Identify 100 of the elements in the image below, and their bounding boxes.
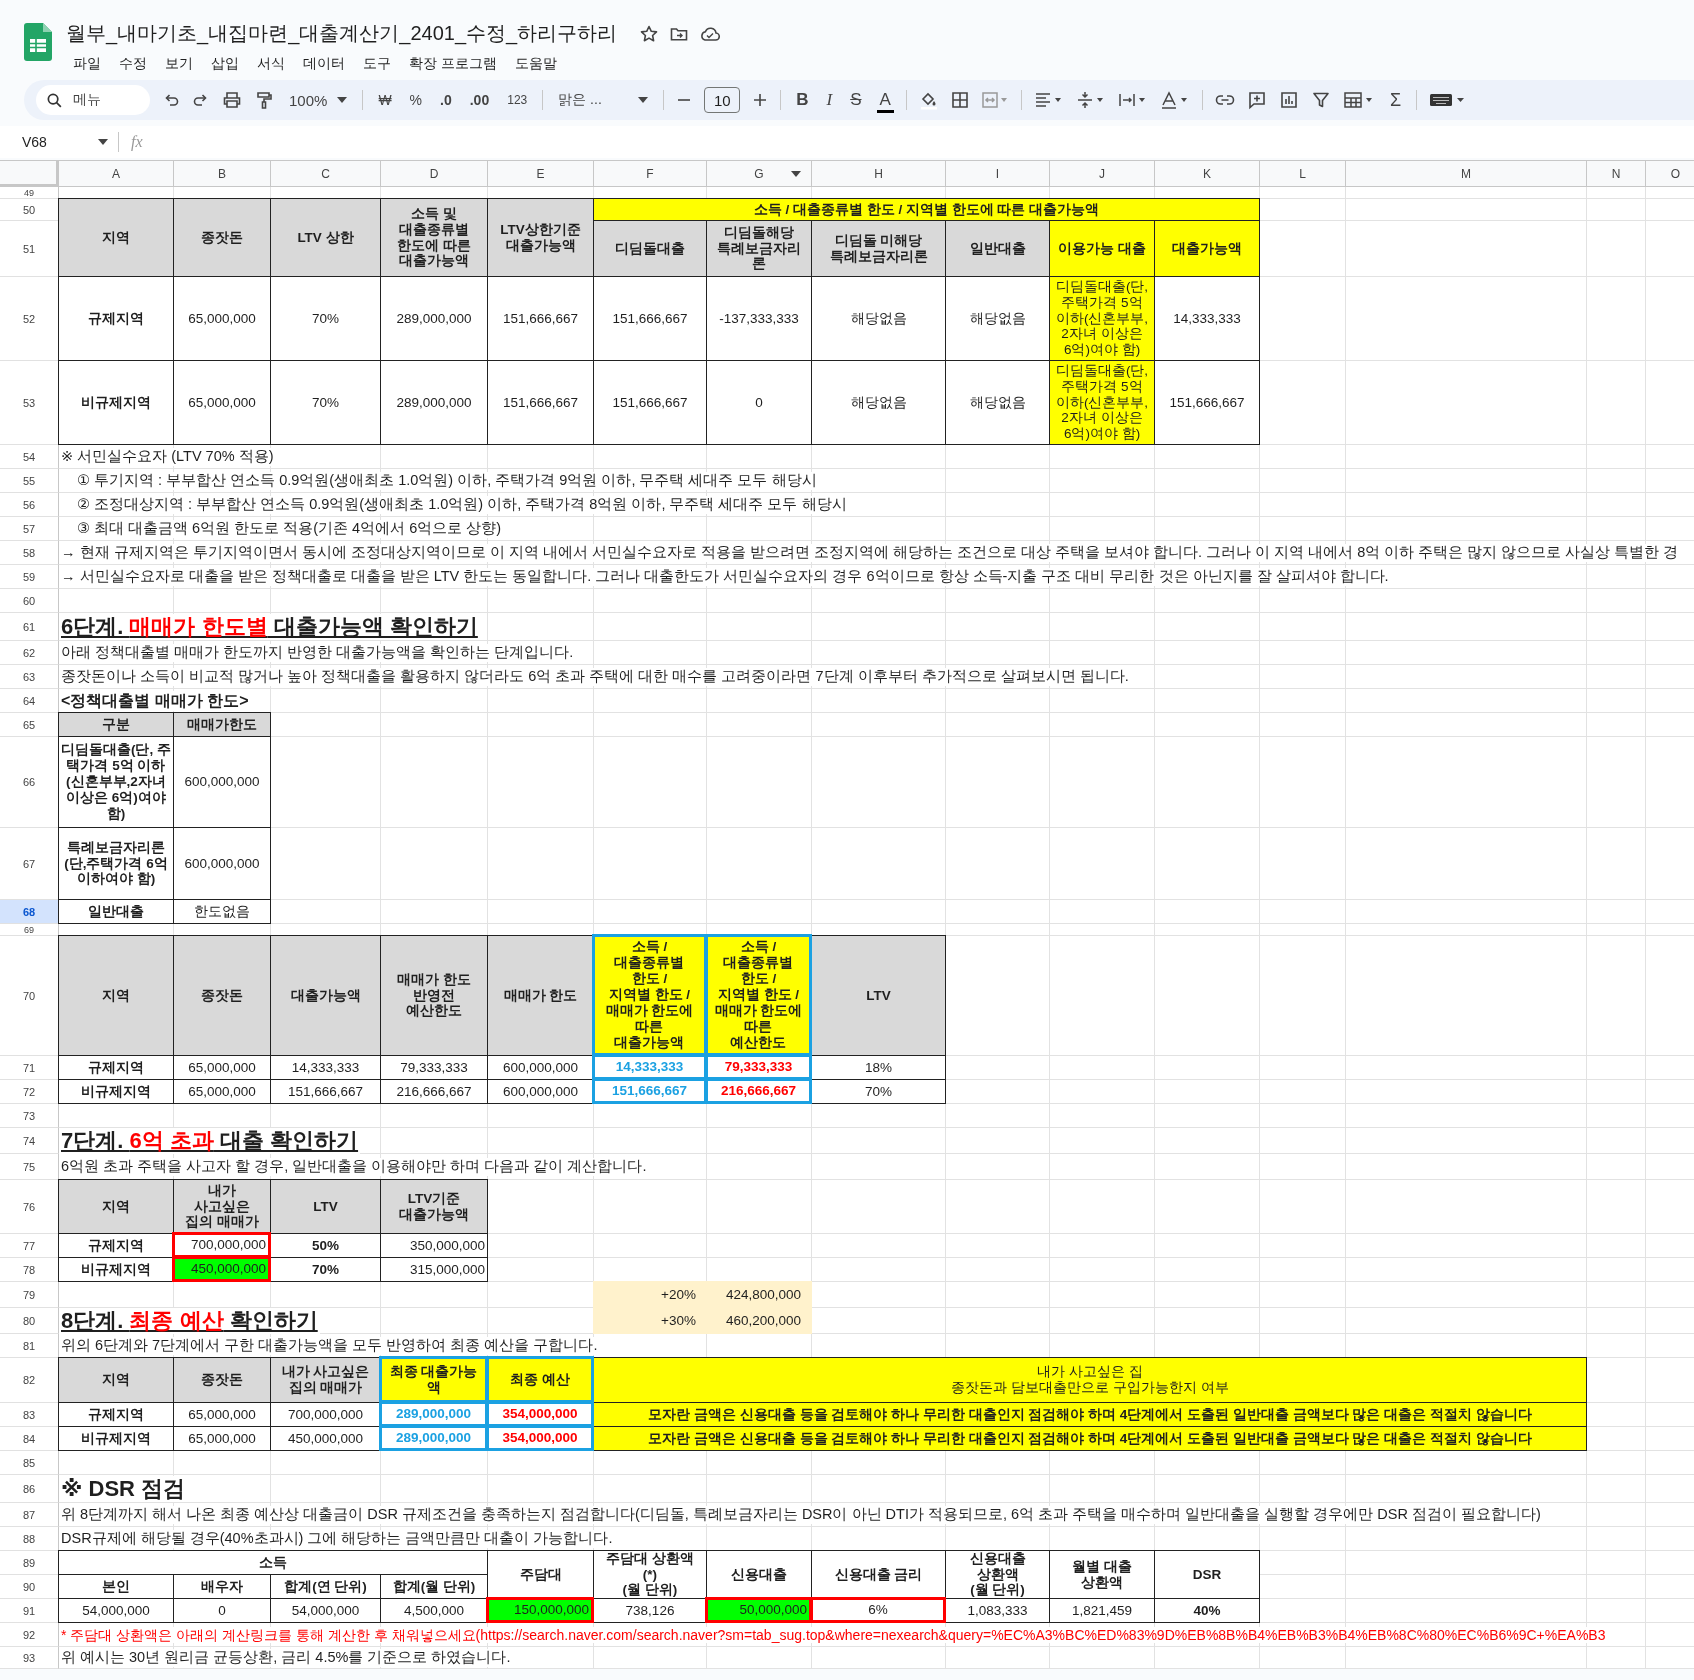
menu-item[interactable]: 도움말 — [507, 53, 564, 75]
row-number[interactable]: 86 — [0, 1475, 59, 1503]
document-title[interactable]: 월부_내마기초_내집마련_대출계산기_2401_수정_하리구하리 — [66, 20, 618, 47]
paint-format-icon[interactable] — [254, 90, 274, 110]
row-number[interactable]: 85 — [0, 1451, 59, 1475]
table-header: 매매가 한도 반영전 예산한도 — [380, 935, 488, 1056]
column-header[interactable]: B — [174, 161, 271, 187]
chart-icon[interactable] — [1278, 90, 1299, 110]
table-cell: 디딤돌대출(단, 주택가격 5억 이하(신혼부부,2자녀 이상은 6억)여야 함) — [58, 736, 174, 828]
table-cell: 비규제지역 — [58, 1079, 174, 1104]
table-icon[interactable] — [1342, 90, 1375, 110]
table-header: 소득 — [58, 1550, 488, 1575]
filter-icon[interactable] — [1310, 90, 1331, 110]
row-number[interactable]: 62 — [0, 641, 59, 665]
menu-item[interactable]: 보기 — [158, 53, 200, 75]
borders-icon[interactable] — [950, 91, 969, 109]
text-wrap-icon[interactable] — [1117, 91, 1148, 109]
row-number[interactable]: 60 — [0, 589, 59, 613]
caret-icon[interactable] — [98, 139, 108, 145]
row-number[interactable]: 93 — [0, 1647, 59, 1669]
column-header[interactable]: M — [1346, 161, 1587, 187]
row-number[interactable]: 63 — [0, 665, 59, 689]
font-dropdown[interactable]: 맑은 ... — [555, 89, 652, 111]
spreadsheet-logo-icon[interactable] — [24, 23, 52, 61]
row-number[interactable]: 61 — [0, 613, 59, 641]
row-number[interactable]: 74 — [0, 1128, 59, 1154]
column-header[interactable]: N — [1587, 161, 1646, 187]
table-header: 일반대출 — [945, 220, 1050, 277]
menu-item[interactable]: 삽입 — [204, 53, 246, 75]
plus-icon[interactable] — [752, 92, 769, 108]
column-header[interactable]: E — [488, 161, 594, 187]
bold-button[interactable]: B — [793, 88, 812, 112]
row-number[interactable]: 88 — [0, 1527, 59, 1551]
comment-icon[interactable] — [1246, 90, 1267, 110]
cell-reference-field[interactable]: V68 — [22, 134, 114, 150]
fill-bucket-icon[interactable] — [918, 90, 939, 110]
text-color-button[interactable]: A — [876, 87, 894, 113]
row-number[interactable]: 75 — [0, 1154, 59, 1180]
column-header[interactable]: I — [946, 161, 1050, 187]
font-size-field[interactable]: 10 — [704, 87, 741, 113]
percent-button[interactable]: % — [406, 90, 426, 110]
currency-button[interactable]: ₩ — [375, 90, 395, 110]
increase-decimals-button[interactable]: .00 — [466, 90, 493, 110]
number-format-button[interactable]: 123 — [504, 91, 531, 109]
column-header[interactable]: O — [1646, 161, 1694, 187]
row-number[interactable]: 57 — [0, 517, 59, 541]
table-cell: 216,666,667 — [705, 1078, 812, 1104]
row-number[interactable]: 49 — [0, 187, 59, 199]
table-cell: 354,000,000 — [486, 1425, 594, 1451]
column-header[interactable]: L — [1260, 161, 1346, 187]
row-number[interactable]: 81 — [0, 1334, 59, 1358]
row-number[interactable]: 56 — [0, 493, 59, 517]
table-header: 지역 — [58, 1357, 174, 1403]
column-header[interactable]: J — [1050, 161, 1155, 187]
menu-item[interactable]: 도구 — [356, 53, 398, 75]
zoom-dropdown[interactable]: 100% — [286, 89, 351, 111]
column-header[interactable]: D — [381, 161, 488, 187]
menu-item[interactable]: 수정 — [112, 53, 154, 75]
table-header: 소득 / 대출종류별 한도 / 지역별 한도에 따른 대출가능액 — [593, 198, 1260, 221]
table-cell: 비규제지역 — [58, 360, 174, 445]
column-header[interactable]: H — [812, 161, 946, 187]
column-header[interactable]: A — [59, 161, 174, 187]
row-number[interactable]: 68 — [0, 900, 59, 924]
row-number[interactable]: 87 — [0, 1503, 59, 1527]
dropdown-icon[interactable] — [791, 171, 801, 177]
menu-item[interactable]: 서식 — [250, 53, 292, 75]
row-number[interactable]: 54 — [0, 445, 59, 469]
table-cell: 354,000,000 — [486, 1401, 594, 1427]
star-icon[interactable] — [639, 23, 660, 44]
search-field[interactable]: 메뉴 — [36, 85, 150, 115]
text-rotation-icon[interactable] — [1159, 91, 1190, 109]
row-number[interactable]: 79 — [0, 1282, 59, 1308]
row-number[interactable]: 80 — [0, 1308, 59, 1334]
menu-item[interactable]: 파일 — [66, 53, 108, 75]
menu-item[interactable]: 확장 프로그램 — [402, 53, 504, 75]
functions-button[interactable]: Σ — [1386, 87, 1404, 113]
column-header[interactable]: G — [707, 161, 812, 187]
vertical-align-icon[interactable] — [1075, 91, 1106, 109]
print-icon[interactable] — [222, 90, 242, 110]
table-cell: 151,666,667 — [592, 1078, 707, 1104]
row-number[interactable]: 73 — [0, 1104, 59, 1128]
row-number[interactable]: 55 — [0, 469, 59, 493]
merge-cells-icon[interactable] — [980, 91, 1009, 109]
table-header: 내가 사고싶은 집의 매매가 — [173, 1179, 271, 1234]
row-number[interactable]: 58 — [0, 541, 59, 565]
table-header: 대출가능액 — [1154, 220, 1260, 277]
column-header[interactable]: K — [1155, 161, 1260, 187]
caret-icon[interactable] — [638, 97, 649, 103]
column-header[interactable]: F — [594, 161, 707, 187]
row-number[interactable]: 64 — [0, 689, 59, 713]
align-icon[interactable] — [1033, 91, 1064, 109]
decrease-decimals-button[interactable]: .0 — [437, 90, 455, 110]
column-header[interactable]: C — [271, 161, 381, 187]
menu-item[interactable]: 데이터 — [296, 53, 352, 75]
caret-icon[interactable] — [337, 97, 348, 103]
strikethrough-button[interactable]: S — [847, 88, 865, 112]
row-number[interactable]: 59 — [0, 565, 59, 589]
row-number[interactable]: 92 — [0, 1623, 59, 1647]
row-number[interactable]: 69 — [0, 924, 59, 936]
italic-button[interactable]: I — [823, 88, 836, 112]
